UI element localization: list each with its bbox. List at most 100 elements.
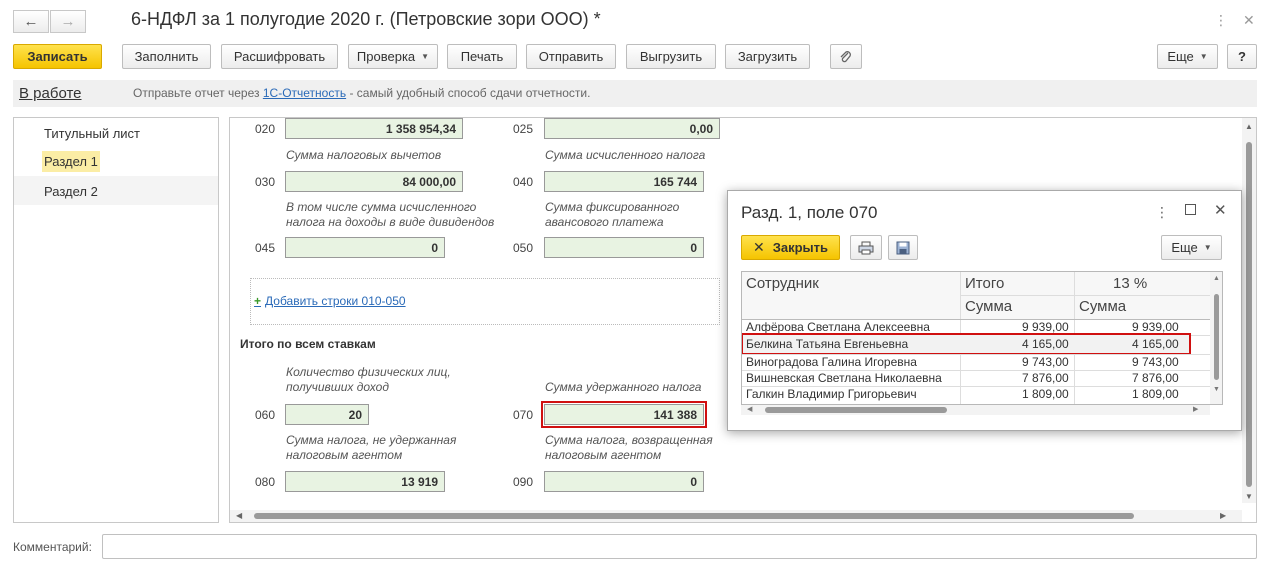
col-total-sum[interactable]: Сумма — [965, 298, 1012, 315]
col-rate13[interactable]: 13 % — [1113, 275, 1147, 292]
field-025[interactable]: 0,00 — [544, 118, 720, 139]
hint-link[interactable]: 1С-Отчетность — [263, 86, 346, 100]
label-080-line2: налоговым агентом — [286, 448, 403, 462]
add-rows-label: Добавить строки 010-050 — [265, 294, 406, 308]
close-popup-button[interactable]: ✕ Закрыть — [741, 235, 840, 260]
row-total: 1 809,00 — [1022, 387, 1069, 401]
code-040: 040 — [513, 175, 534, 189]
import-button[interactable]: Загрузить — [725, 44, 810, 69]
window-title: 6-НДФЛ за 1 полугодие 2020 г. (Петровски… — [131, 9, 601, 29]
hint-suffix: - самый удобный способ сдачи отчетности. — [349, 86, 591, 100]
status-bar: В работе Отправьте отчет через 1С-Отчетн… — [13, 80, 1257, 107]
x-icon: ✕ — [752, 239, 765, 255]
caret-down-icon: ▼ — [1203, 243, 1212, 252]
attach-button[interactable] — [830, 44, 862, 69]
caret-down-icon: ▼ — [421, 52, 430, 61]
scroll-down-icon[interactable]: ▼ — [1213, 386, 1220, 393]
paperclip-icon — [840, 50, 851, 62]
field-080[interactable]: 13 919 — [285, 471, 445, 492]
popup-title: Разд. 1, поле 070 — [741, 203, 878, 222]
vertical-scrollbar[interactable]: ▲ ▼ — [1242, 118, 1256, 503]
scroll-down-icon[interactable]: ▼ — [1245, 492, 1253, 501]
print-button[interactable]: Печать — [447, 44, 517, 69]
scroll-left-icon[interactable]: ◀ — [236, 511, 242, 520]
code-045: 045 — [255, 241, 276, 255]
code-090: 090 — [513, 475, 534, 489]
close-icon[interactable]: ✕ — [1243, 12, 1255, 29]
scroll-right-icon[interactable]: ▶ — [1220, 511, 1226, 520]
status-link[interactable]: В работе — [19, 85, 82, 102]
code-050: 050 — [513, 241, 534, 255]
code-080: 080 — [255, 475, 276, 489]
row-rate13: 9 743,00 — [1132, 355, 1179, 369]
section-1[interactable]: Раздел 1 — [42, 151, 100, 172]
section-2[interactable]: Раздел 2 — [42, 181, 100, 202]
field-070[interactable]: 141 388 — [541, 401, 707, 428]
maximize-icon[interactable] — [1185, 204, 1196, 215]
scroll-up-icon[interactable]: ▲ — [1213, 275, 1220, 282]
field-090[interactable]: 0 — [544, 471, 704, 492]
caret-down-icon: ▼ — [1199, 52, 1208, 61]
label-080: Сумма налога, не удержанная налоговым аг… — [286, 433, 456, 463]
scroll-up-icon[interactable]: ▲ — [1245, 122, 1253, 131]
more-label: Еще — [1167, 49, 1194, 64]
field-045[interactable]: 0 — [285, 237, 445, 258]
add-rows-link[interactable]: + Добавить строки 010-050 — [254, 294, 406, 308]
decode-popup: Разд. 1, поле 070 ⋮ ✕ ✕ Закрыть Еще ▼ Сотр… — [727, 190, 1242, 431]
code-030: 030 — [255, 175, 276, 189]
row-rate13: 1 809,00 — [1132, 387, 1179, 401]
row-total: 9 939,00 — [1022, 320, 1069, 334]
back-button[interactable]: ← — [13, 10, 49, 33]
table-vscroll-thumb[interactable] — [1214, 294, 1219, 380]
print-popup-button[interactable] — [850, 235, 882, 260]
table-hscroll-bar[interactable]: ◀ ▶ — [741, 405, 1210, 415]
close-icon[interactable]: ✕ — [1214, 201, 1227, 219]
plus-icon: + — [254, 294, 262, 308]
scroll-right-icon[interactable]: ▶ — [1193, 405, 1198, 413]
forward-button[interactable]: → — [50, 10, 86, 33]
label-045-line1: В том числе сумма исчисленного — [286, 200, 477, 214]
label-060: Количество физических лиц, получивших до… — [286, 365, 451, 395]
save-button[interactable]: Записать — [13, 44, 102, 69]
scroll-left-icon[interactable]: ◀ — [747, 405, 752, 413]
help-button[interactable]: ? — [1227, 44, 1257, 69]
field-030[interactable]: 84 000,00 — [285, 171, 463, 192]
row-employee: Галкин Владимир Григорьевич — [746, 387, 917, 401]
comment-input[interactable] — [102, 534, 1257, 559]
more-vertical-icon[interactable]: ⋮ — [1155, 204, 1169, 221]
fill-button[interactable]: Заполнить — [122, 44, 211, 69]
col-rate13-sum[interactable]: Сумма — [1079, 298, 1126, 315]
col-employee[interactable]: Сотрудник — [746, 275, 819, 292]
section-title-page[interactable]: Титульный лист — [42, 123, 142, 144]
arrow-right-icon: → — [60, 13, 76, 30]
scroll-thumb[interactable] — [1246, 142, 1252, 487]
floppy-icon — [896, 241, 910, 254]
export-button[interactable]: Выгрузить — [626, 44, 716, 69]
row-employee: Алфёрова Светлана Алексеевна — [746, 320, 930, 334]
row-employee: Виноградова Галина Игоревна — [746, 355, 917, 369]
field-040[interactable]: 165 744 — [544, 171, 704, 192]
save-popup-button[interactable] — [888, 235, 918, 260]
row-rate13: 4 165,00 — [1132, 337, 1179, 351]
send-button[interactable]: Отправить — [526, 44, 616, 69]
label-050-line2: авансового платежа — [545, 215, 664, 229]
decode-button[interactable]: Расшифровать — [221, 44, 338, 69]
more-button[interactable]: Еще ▼ — [1157, 44, 1218, 69]
field-050[interactable]: 0 — [544, 237, 704, 258]
field-060[interactable]: 20 — [285, 404, 369, 425]
check-button[interactable]: Проверка ▼ — [348, 44, 438, 69]
hscroll-thumb[interactable] — [254, 513, 1134, 519]
employee-table: Сотрудник Итого 13 % Сумма Сумма Алфёров… — [741, 271, 1223, 405]
status-hint: Отправьте отчет через 1С-Отчетность - са… — [133, 86, 590, 100]
more-vertical-icon[interactable]: ⋮ — [1214, 12, 1228, 29]
field-020[interactable]: 1 358 954,34 — [285, 118, 463, 139]
table-row-selected[interactable]: Белкина Татьяна Евгеньевна 4 165,00 4 16… — [742, 333, 1191, 355]
col-total[interactable]: Итого — [965, 275, 1004, 292]
horizontal-scrollbar[interactable]: ◀ ▶ — [230, 510, 1242, 522]
table-vscroll[interactable]: ▲ ▼ — [1210, 272, 1222, 404]
row-rate13: 9 939,00 — [1132, 320, 1179, 334]
close-label: Закрыть — [772, 240, 829, 255]
table-hscroll-thumb[interactable] — [765, 407, 947, 413]
popup-more-button[interactable]: Еще ▼ — [1161, 235, 1222, 260]
header-divider — [960, 295, 1210, 296]
